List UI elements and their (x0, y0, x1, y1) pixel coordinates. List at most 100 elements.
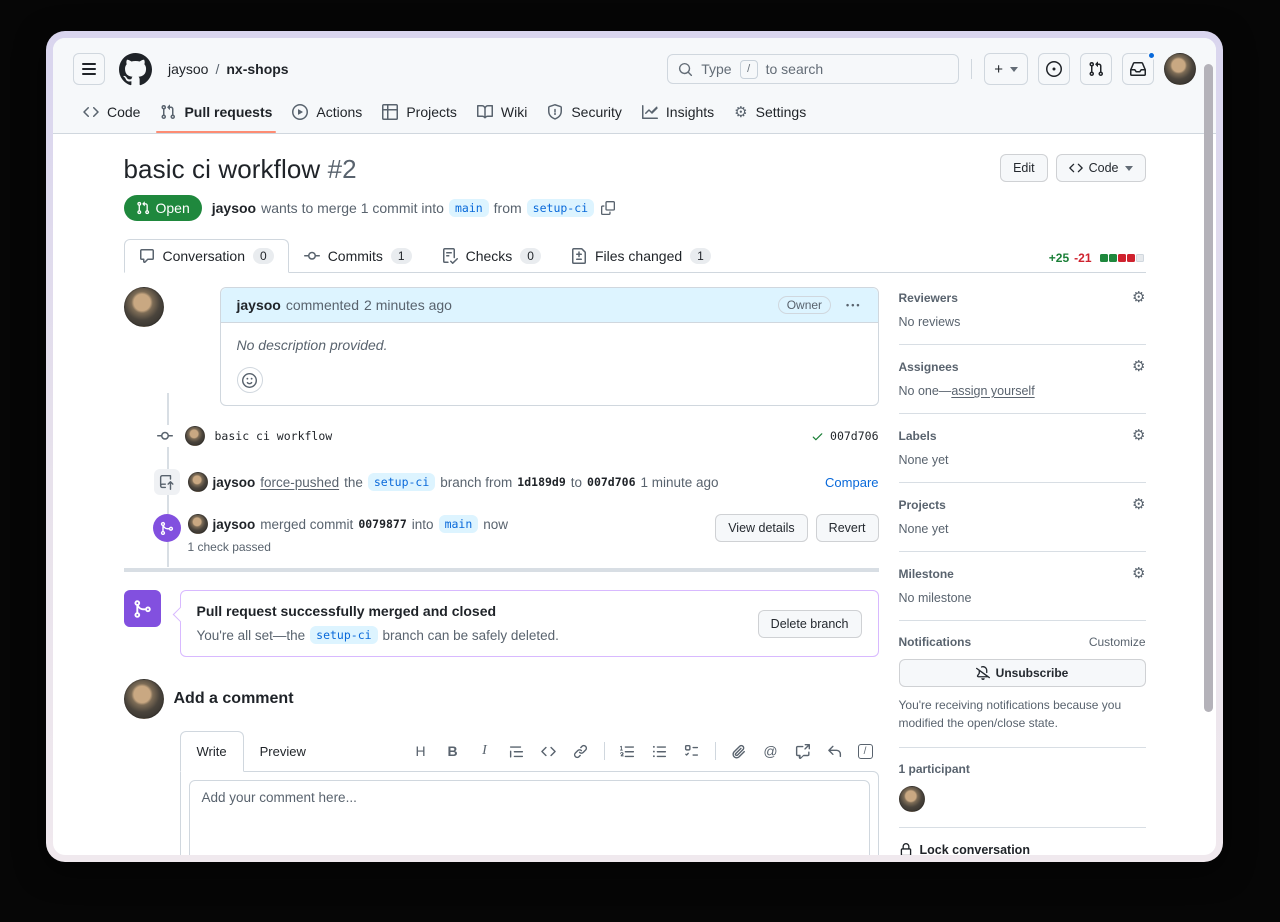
kebab-menu-icon[interactable] (846, 297, 861, 313)
search-input[interactable]: Type / to search (667, 54, 959, 84)
comment-author-avatar[interactable] (124, 287, 164, 327)
participant-avatar[interactable] (899, 786, 925, 812)
quote-icon[interactable] (508, 742, 526, 760)
write-tab[interactable]: Write (180, 731, 244, 772)
lock-icon (899, 843, 913, 855)
gear-icon[interactable] (1132, 359, 1145, 374)
pull-requests-button[interactable] (1080, 53, 1112, 85)
head-branch-label[interactable]: setup-ci (368, 473, 435, 491)
repo-nav-insights[interactable]: Insights (632, 95, 724, 133)
task-list-icon[interactable] (683, 742, 701, 760)
event-author-avatar[interactable] (188, 514, 208, 534)
revert-button[interactable]: Revert (816, 514, 879, 542)
code-dropdown-button[interactable]: Code (1056, 154, 1146, 182)
comment-timestamp[interactable]: 2 minutes ago (364, 297, 452, 313)
repo-nav-label: Settings (756, 104, 807, 120)
commit-author-avatar[interactable] (185, 426, 205, 446)
repo-nav-pull-requests[interactable]: Pull requests (150, 95, 282, 133)
pr-title: basic ci workflow #2 (124, 154, 357, 185)
delete-branch-button[interactable]: Delete branch (758, 610, 862, 638)
heading-icon[interactable]: H (412, 742, 430, 760)
checks-summary[interactable]: 1 check passed (188, 540, 509, 554)
tab-conversation[interactable]: Conversation 0 (124, 239, 289, 273)
comment-author[interactable]: jaysoo (237, 297, 281, 313)
repo-nav-actions[interactable]: Actions (282, 95, 372, 133)
event-timestamp[interactable]: now (483, 517, 508, 532)
diff-block-deletion (1118, 254, 1126, 262)
merge-event: jaysoo merged commit 0079877 into main n… (124, 514, 879, 554)
event-author-avatar[interactable] (188, 472, 208, 492)
gear-icon[interactable] (1132, 566, 1145, 581)
unsubscribe-button[interactable]: Unsubscribe (899, 659, 1146, 687)
gear-icon[interactable] (1132, 290, 1145, 305)
assign-yourself-link[interactable]: assign yourself (951, 384, 1034, 398)
cross-reference-icon[interactable] (794, 742, 812, 760)
repo-nav-label: Security (571, 104, 622, 120)
view-details-button[interactable]: View details (715, 514, 807, 542)
head-branch-label[interactable]: setup-ci (310, 626, 377, 644)
attach-file-icon[interactable] (730, 742, 748, 760)
edit-button[interactable]: Edit (1000, 154, 1048, 182)
repo-nav-security[interactable]: Security (537, 95, 632, 133)
repo-nav-projects[interactable]: Projects (372, 95, 467, 133)
bold-icon[interactable]: B (444, 742, 462, 760)
diff-additions: +25 (1049, 251, 1069, 265)
bullet-list-icon[interactable] (651, 742, 669, 760)
italic-icon[interactable]: I (476, 742, 494, 760)
repo-nav-label: Insights (666, 104, 714, 120)
numbered-list-icon[interactable] (619, 742, 637, 760)
slash-commands-icon[interactable]: / (858, 744, 873, 759)
event-author[interactable]: jaysoo (213, 517, 256, 532)
create-new-button[interactable]: + (984, 53, 1028, 85)
commit-message[interactable]: basic ci workflow (215, 429, 333, 443)
copy-icon[interactable] (601, 201, 615, 215)
preview-tab[interactable]: Preview (244, 731, 322, 771)
add-reaction-button[interactable] (237, 367, 263, 393)
github-logo-icon[interactable] (119, 53, 152, 86)
tab-files-changed[interactable]: Files changed 1 (556, 239, 726, 273)
pr-tabs: Conversation 0 Commits 1 Checks 0 Files … (124, 239, 1146, 273)
notifications-inbox-button[interactable] (1122, 53, 1154, 85)
bell-slash-icon (976, 666, 990, 680)
code-icon[interactable] (540, 742, 558, 760)
pr-sidebar: Reviewers No reviews Assignees No one—as… (899, 287, 1146, 855)
base-branch-label[interactable]: main (449, 199, 489, 217)
breadcrumb-owner[interactable]: jaysoo (168, 61, 208, 77)
sha-to[interactable]: 007d706 (587, 475, 635, 489)
force-pushed-link[interactable]: force-pushed (260, 475, 339, 490)
sha-from[interactable]: 1d189d9 (517, 475, 565, 489)
mention-icon[interactable]: @ (762, 742, 780, 760)
gear-icon[interactable] (1132, 497, 1145, 512)
repo-nav-code[interactable]: Code (73, 95, 150, 133)
issue-opened-icon (1046, 61, 1062, 77)
event-author[interactable]: jaysoo (213, 475, 256, 490)
tab-commits[interactable]: Commits 1 (289, 239, 427, 273)
event-timestamp[interactable]: 1 minute ago (641, 475, 719, 490)
commit-sha[interactable]: 007d706 (830, 429, 878, 443)
merged-sha[interactable]: 0079877 (358, 517, 406, 531)
pr-author[interactable]: jaysoo (212, 200, 256, 216)
slash-key-icon: / (740, 60, 758, 79)
issues-button[interactable] (1038, 53, 1070, 85)
comment-textarea[interactable] (189, 780, 870, 855)
base-branch-label[interactable]: main (439, 515, 479, 533)
saved-replies-icon[interactable] (826, 742, 844, 760)
repo-nav-settings[interactable]: Settings (724, 95, 816, 133)
tab-label: Conversation (163, 248, 246, 264)
user-avatar[interactable] (1164, 53, 1196, 85)
repo-nav-label: Wiki (501, 104, 527, 120)
tab-checks[interactable]: Checks 0 (427, 239, 556, 273)
current-user-avatar[interactable] (124, 679, 164, 719)
hamburger-menu-button[interactable] (73, 53, 105, 85)
breadcrumb-repo[interactable]: nx-shops (226, 61, 288, 77)
compare-link[interactable]: Compare (825, 475, 878, 490)
gear-icon[interactable] (1132, 428, 1145, 443)
diffstat: +25 -21 (1049, 251, 1144, 265)
repo-nav-wiki[interactable]: Wiki (467, 95, 537, 133)
lock-conversation-button[interactable]: Lock conversation (899, 828, 1146, 855)
head-branch-label[interactable]: setup-ci (527, 199, 594, 217)
scrollbar-thumb[interactable] (1204, 64, 1213, 712)
pr-description-comment: jaysoo commented 2 minutes ago Owner No … (124, 287, 879, 406)
link-icon[interactable] (572, 742, 590, 760)
customize-link[interactable]: Customize (1089, 635, 1146, 649)
